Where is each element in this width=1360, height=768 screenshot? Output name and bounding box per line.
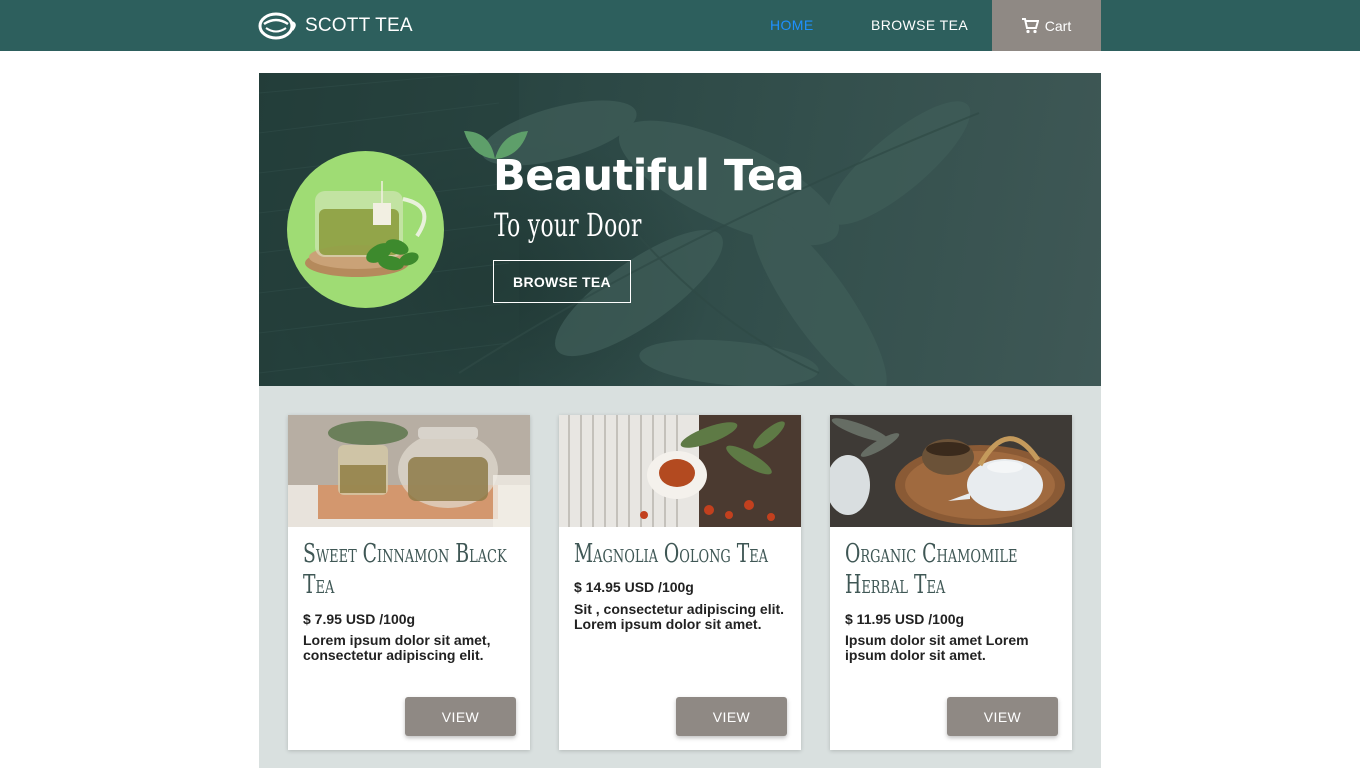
navbar: SCOTT TEA HOME BROWSE TEA Cart — [0, 0, 1360, 51]
hero-tea-cup-image — [287, 151, 444, 308]
product-description: Sit , consectetur adipiscing elit. Lorem… — [574, 601, 785, 632]
product-name: Sweet Cinnamon Black Tea — [303, 539, 507, 600]
view-button[interactable]: VIEW — [947, 697, 1058, 736]
product-price: $ 7.95 USD /100g — [303, 611, 416, 627]
tea-cup-icon — [258, 12, 296, 40]
product-card: Sweet Cinnamon Black Tea $ 7.95 USD /100… — [288, 415, 530, 750]
cart-button[interactable]: Cart — [992, 0, 1101, 51]
cart-label: Cart — [1044, 17, 1072, 34]
brand-logo-link[interactable]: SCOTT TEA — [258, 10, 413, 42]
hero-banner: Beautiful Tea To your Door BROWSE TEA — [259, 73, 1101, 386]
product-image-graphic — [559, 415, 801, 527]
product-card: Organic Chamomile Herbal Tea $ 11.95 USD… — [830, 415, 1072, 750]
product-image-graphic — [288, 415, 530, 527]
view-button[interactable]: VIEW — [405, 697, 516, 736]
hero-title: Beautiful Tea — [493, 151, 805, 201]
products-section: Sweet Cinnamon Black Tea $ 7.95 USD /100… — [259, 386, 1101, 768]
product-image — [559, 415, 801, 527]
product-name: Magnolia Oolong Tea — [574, 539, 769, 569]
product-price: $ 11.95 USD /100g — [845, 611, 965, 627]
hero-subtitle: To your Door — [494, 206, 642, 244]
brand-name: SCOTT TEA — [305, 15, 413, 36]
product-description: Lorem ipsum dolor sit amet, consectetur … — [303, 632, 491, 663]
product-card: Magnolia Oolong Tea $ 14.95 USD /100g Si… — [559, 415, 801, 750]
product-image — [830, 415, 1072, 527]
view-button[interactable]: VIEW — [676, 697, 787, 736]
product-description: Ipsum dolor sit amet Lorem ipsum dolor s… — [845, 632, 1029, 663]
product-price: $ 14.95 USD /100g — [574, 579, 694, 595]
cart-icon — [1021, 17, 1039, 33]
nav-browse-tea-link[interactable]: BROWSE TEA — [871, 0, 968, 51]
nav-home-link[interactable]: HOME — [770, 0, 814, 51]
product-image — [288, 415, 530, 527]
product-name: Organic Chamomile Herbal Tea — [845, 539, 1018, 600]
product-image-graphic — [830, 415, 1072, 527]
hero-browse-tea-button[interactable]: BROWSE TEA — [493, 260, 631, 303]
